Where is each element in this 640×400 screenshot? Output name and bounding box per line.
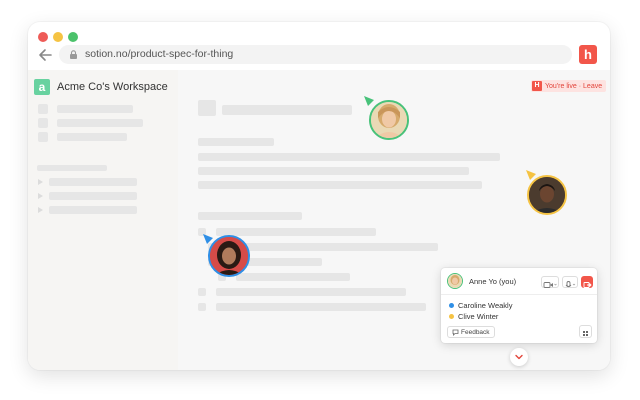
participant-item[interactable]: Caroline Weakly	[449, 301, 512, 310]
feedback-label: Feedback	[461, 328, 490, 336]
workspace-name[interactable]: Acme Co's Workspace	[57, 81, 168, 93]
bullet-placeholder	[198, 288, 206, 296]
microphone-toggle-button[interactable]	[562, 276, 578, 288]
microphone-icon	[565, 281, 576, 288]
participant-name: Caroline Weakly	[458, 301, 513, 310]
chat-bubble-icon	[452, 329, 459, 336]
person-portrait-icon	[371, 102, 407, 138]
list-line-placeholder	[226, 243, 438, 251]
expand-arrow-icon[interactable]	[38, 207, 43, 213]
extension-button[interactable]: h	[579, 45, 597, 64]
sidebar-item-icon	[38, 132, 48, 142]
participant-status-dot	[449, 303, 454, 308]
camera-toggle-button[interactable]	[541, 276, 559, 288]
text-line-placeholder	[198, 138, 274, 146]
leave-call-button[interactable]	[581, 276, 593, 288]
sidebar-item-icon	[38, 104, 48, 114]
collapse-panel-button[interactable]	[510, 348, 528, 366]
person-portrait-icon	[210, 237, 248, 275]
participant-item[interactable]: Clive Winter	[449, 312, 498, 321]
list-line-placeholder	[236, 273, 350, 281]
list-line-placeholder	[216, 303, 426, 311]
sidebar-page-placeholder[interactable]	[49, 206, 137, 214]
video-camera-icon	[543, 282, 557, 288]
list-line-placeholder	[216, 288, 406, 296]
leave-icon	[583, 282, 592, 288]
chevron-down-icon	[515, 354, 523, 360]
sidebar: a Acme Co's Workspace	[28, 70, 178, 370]
person-portrait-icon	[529, 177, 565, 213]
live-status-badge[interactable]: H You're live · Leave	[531, 80, 607, 92]
self-avatar	[447, 273, 463, 289]
participant-status-dot	[449, 314, 454, 319]
workspace-logo: a	[34, 79, 50, 95]
lock-icon	[70, 50, 77, 59]
sidebar-item-placeholder[interactable]	[57, 105, 133, 113]
collaborator-avatar-anne[interactable]	[369, 100, 409, 140]
bullet-placeholder	[198, 303, 206, 311]
page-title-placeholder	[222, 105, 352, 115]
sidebar-section-placeholder	[37, 165, 107, 171]
sidebar-page-placeholder[interactable]	[49, 192, 137, 200]
expand-arrow-icon[interactable]	[38, 179, 43, 185]
sidebar-page-placeholder[interactable]	[49, 178, 137, 186]
expand-arrow-icon[interactable]	[38, 193, 43, 199]
feedback-button[interactable]: Feedback	[447, 326, 495, 338]
list-line-placeholder	[216, 228, 376, 236]
collaborator-avatar-clive[interactable]	[527, 175, 567, 215]
text-line-placeholder	[198, 153, 500, 161]
heading-placeholder	[198, 212, 302, 220]
close-window-button[interactable]	[38, 32, 48, 42]
call-panel: Anne Yo (you) Caroline Weakly Clive Wint…	[441, 268, 597, 343]
live-logo-icon: H	[532, 81, 542, 91]
self-name: Anne Yo (you)	[469, 277, 517, 286]
sidebar-item-placeholder[interactable]	[57, 133, 127, 141]
back-arrow-icon[interactable]	[37, 48, 53, 62]
maximize-window-button[interactable]	[68, 32, 78, 42]
collaborator-avatar-caroline[interactable]	[208, 235, 250, 277]
participant-name: Clive Winter	[458, 312, 499, 321]
minimize-window-button[interactable]	[53, 32, 63, 42]
sidebar-item-placeholder[interactable]	[57, 119, 143, 127]
sidebar-item-icon	[38, 118, 48, 128]
text-line-placeholder	[198, 167, 469, 175]
person-portrait-icon	[448, 274, 462, 288]
text-line-placeholder	[198, 181, 482, 189]
collaborator-cursor-icon	[364, 96, 374, 106]
page-icon-placeholder	[198, 100, 216, 116]
url-text: sotion.no/product-spec-for-thing	[85, 48, 234, 60]
address-bar[interactable]: sotion.no/product-spec-for-thing	[59, 45, 572, 64]
grid-view-button[interactable]	[579, 325, 592, 338]
grid-icon	[583, 331, 588, 336]
live-status-text[interactable]: You're live · Leave	[545, 83, 602, 90]
call-panel-header: Anne Yo (you)	[441, 268, 597, 295]
